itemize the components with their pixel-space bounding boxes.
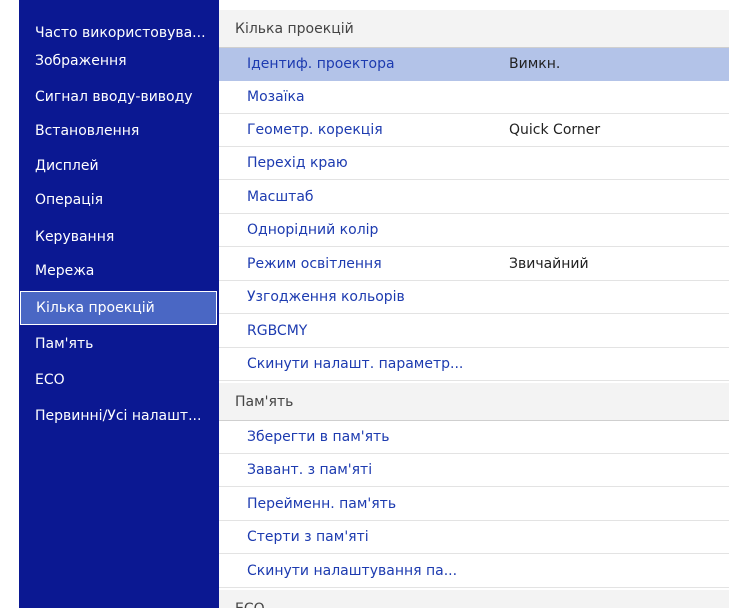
menu-row-reset-multi-projection[interactable]: Скинути налашт. параметр... [219,348,729,381]
sidebar-item-memory[interactable]: Пам'ять [19,327,219,361]
menu-row-color-uniformity[interactable]: Однорідний колір [219,214,729,247]
submenu-panel: Кілька проекцій Ідентиф. проектора Вимкн… [219,0,729,608]
row-label: Однорідний колір [247,222,379,238]
row-value: Звичайний [509,256,589,272]
row-label: Ідентиф. проектора [247,56,395,72]
menu-row-reset-memory[interactable]: Скинути налаштування па... [219,555,729,588]
sidebar-item-initial-all-settings[interactable]: Первинні/Усі налашт... [19,399,219,433]
sidebar-item-io-signal[interactable]: Сигнал вводу-виводу [19,80,219,114]
sidebar-item-display[interactable]: Дисплей [19,149,219,183]
menu-row-tiling[interactable]: Мозаїка [219,81,729,114]
row-label: Режим освітлення [247,256,382,272]
row-label: Геометр. корекція [247,122,383,138]
row-label: Перейменн. пам'ять [247,496,397,512]
menu-row-erase-memory[interactable]: Стерти з пам'яті [219,521,729,554]
sidebar-item-operation[interactable]: Операція [19,183,219,217]
menu-row-rgbcmy[interactable]: RGBCMY [219,315,729,348]
menu-row-load-memory[interactable]: Завант. з пам'яті [219,454,729,487]
menu-row-projector-id[interactable]: Ідентиф. проектора Вимкн. [219,48,729,81]
menu-row-save-memory[interactable]: Зберегти в пам'ять [219,421,729,454]
menu-row-light-mode[interactable]: Режим освітлення Звичайний [219,248,729,281]
main-menu-sidebar: Часто використовува... Зображення Сигнал… [19,0,219,608]
row-label: RGBCMY [247,323,308,339]
row-label: Зберегти в пам'ять [247,429,390,445]
menu-row-rename-memory[interactable]: Перейменн. пам'ять [219,488,729,521]
section-header-multi-projection: Кілька проекцій [219,10,729,48]
menu-row-edge-blending[interactable]: Перехід краю [219,147,729,180]
row-label: Завант. з пам'яті [247,462,373,478]
section-header-memory: Пам'ять [219,383,729,421]
row-label: Перехід краю [247,155,348,171]
sidebar-item-installation[interactable]: Встановлення [19,114,219,148]
row-label: Узгодження кольорів [247,289,405,305]
sidebar-item-multi-projection[interactable]: Кілька проекцій [20,291,217,325]
sidebar-item-network[interactable]: Мережа [19,254,219,288]
row-label: Масштаб [247,189,314,205]
sidebar-item-management[interactable]: Керування [19,220,219,254]
projector-menu-screen: Часто використовува... Зображення Сигнал… [0,0,729,608]
section-header-eco: ECO [219,590,729,608]
sidebar-item-image[interactable]: Зображення [19,44,219,78]
sidebar-item-eco[interactable]: ECO [19,363,219,397]
menu-row-scale[interactable]: Масштаб [219,181,729,214]
row-label: Скинути налаштування па... [247,563,458,579]
menu-row-geometry-correction[interactable]: Геометр. корекція Quick Corner [219,114,729,147]
row-label: Стерти з пам'яті [247,529,369,545]
row-value: Вимкн. [509,56,561,72]
menu-row-color-matching[interactable]: Узгодження кольорів [219,281,729,314]
row-label: Скинути налашт. параметр... [247,356,464,372]
row-value: Quick Corner [509,122,601,138]
row-label: Мозаїка [247,89,305,105]
